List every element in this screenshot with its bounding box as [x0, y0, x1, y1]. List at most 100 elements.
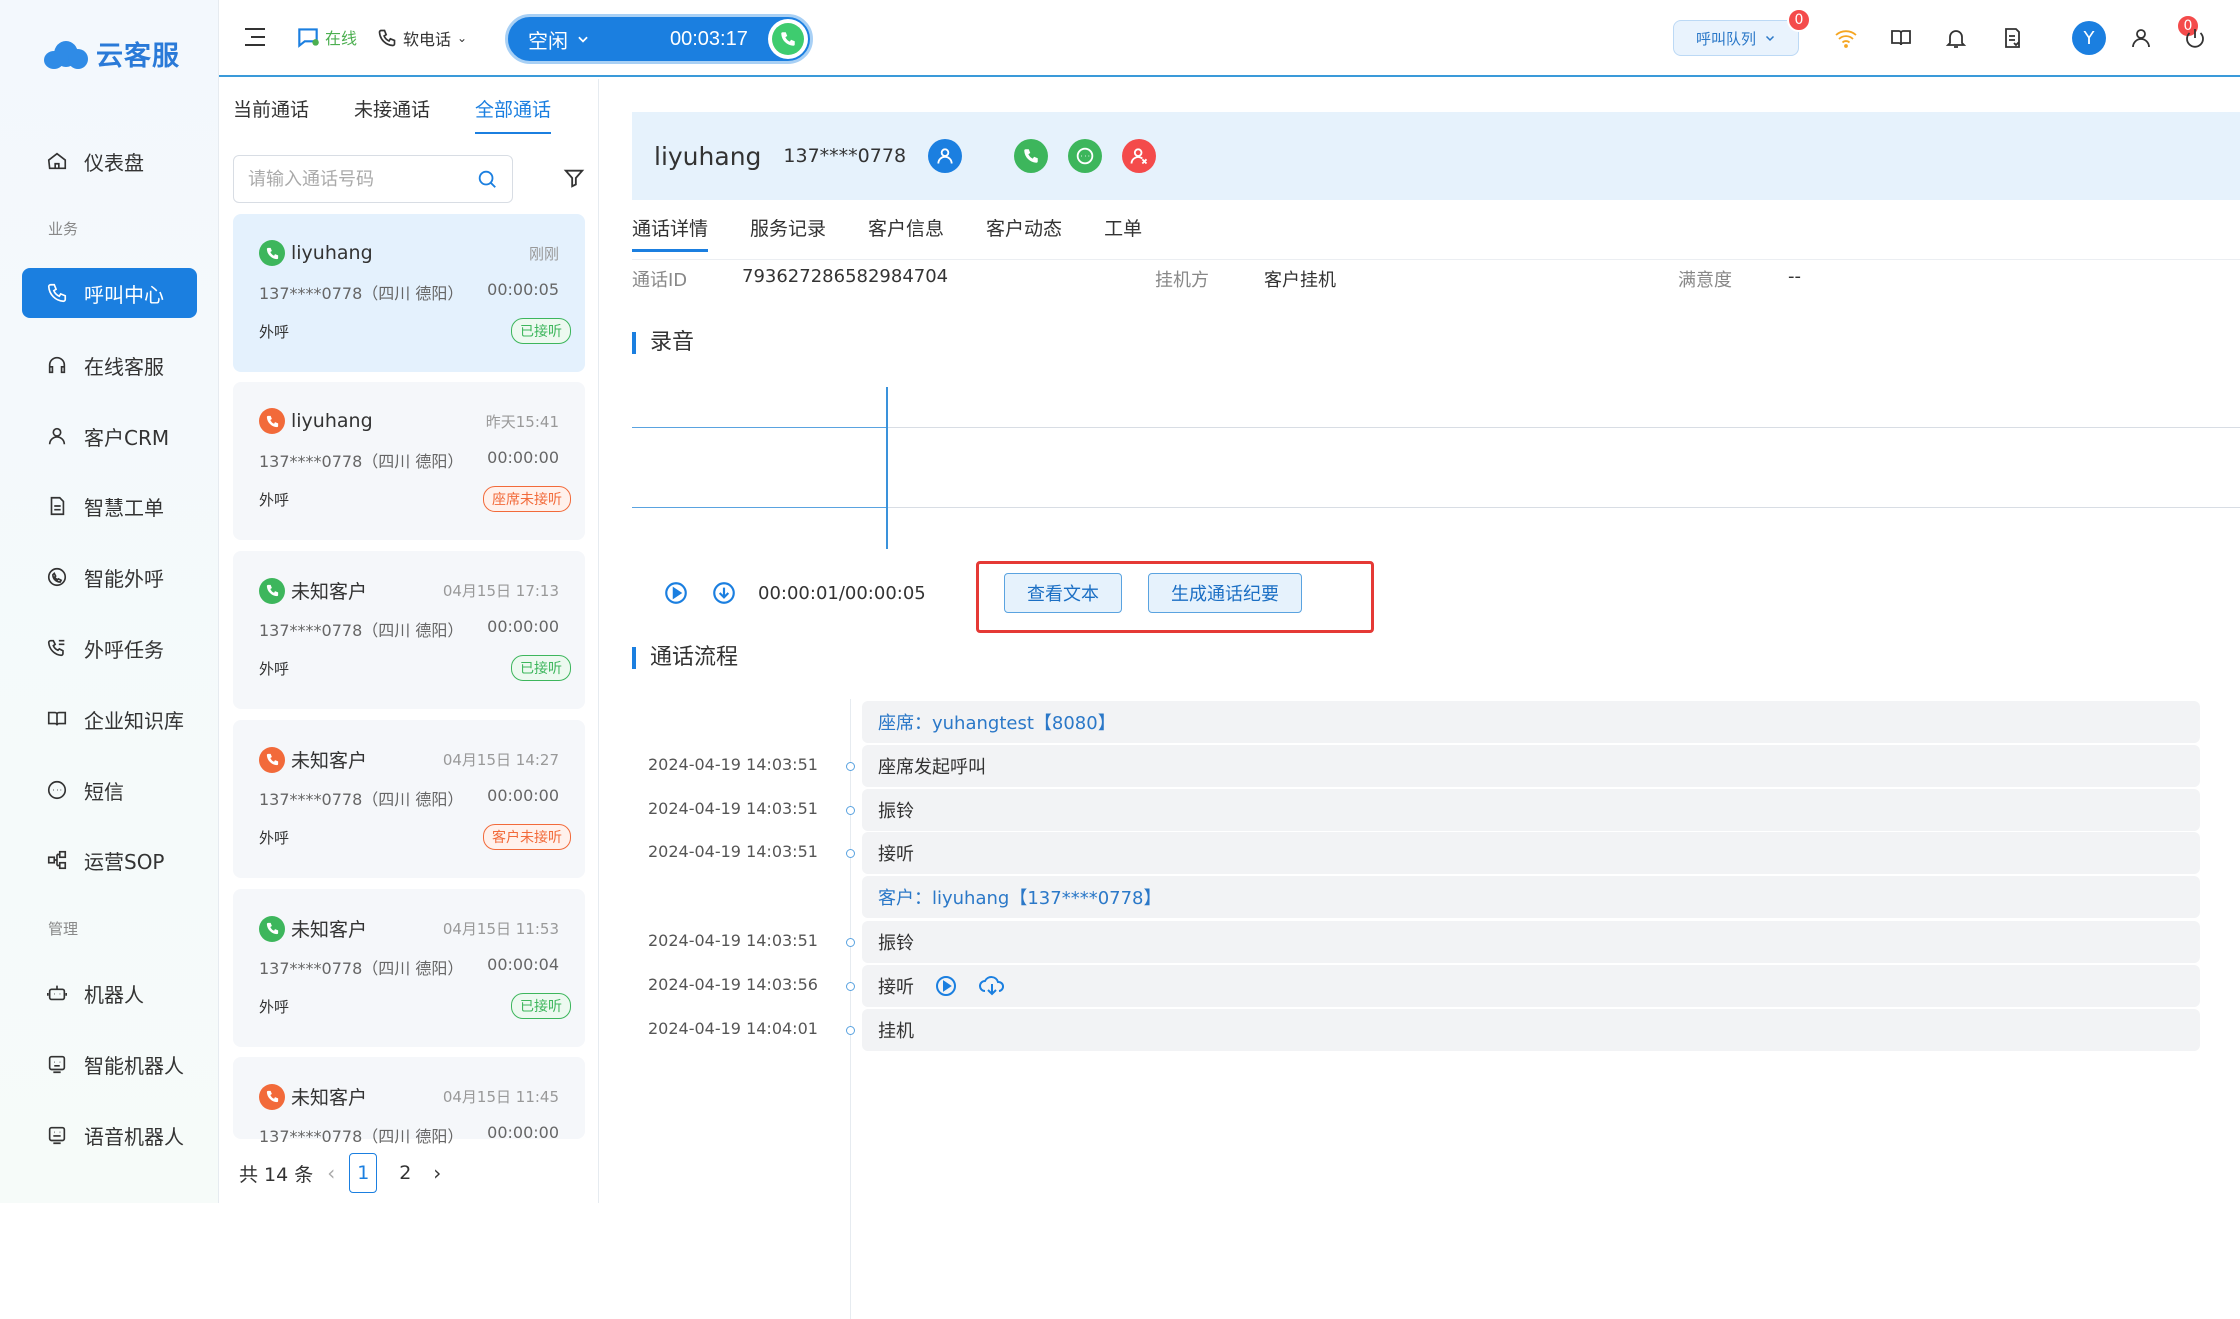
power-icon[interactable] [2181, 24, 2209, 52]
audio-waveform[interactable] [632, 387, 2240, 549]
tab-call-detail[interactable]: 通话详情 [632, 214, 708, 252]
avatar[interactable]: Y [2072, 21, 2106, 55]
chevron-right-icon[interactable]: › [433, 1161, 441, 1185]
queue-badge: 0 [1787, 8, 1811, 32]
flow-event-text: 客户：liyuhang【137****0778】 [878, 884, 1162, 910]
tab-service-record[interactable]: 服务记录 [750, 214, 826, 252]
play-icon[interactable] [662, 579, 690, 607]
flow-event-text: 接听 [878, 973, 914, 999]
sidebar-item-outbound-task[interactable]: 外呼任务 [22, 623, 197, 673]
playback-controls: 00:00:01/00:00:05 [662, 579, 926, 607]
call-customer-icon[interactable] [1014, 139, 1048, 173]
sms-icon [46, 779, 68, 801]
flow-event: 振铃 [862, 921, 2200, 963]
tab-customer-activity[interactable]: 客户动态 [986, 214, 1062, 252]
tab-current-calls[interactable]: 当前通话 [233, 95, 309, 134]
satisfaction-value: -- [1788, 266, 1801, 287]
answer-call-button[interactable] [768, 19, 808, 59]
call-duration: 00:00:04 [487, 955, 559, 979]
flow-event-time: 2024-04-19 14:03:51 [648, 842, 818, 861]
call-duration: 00:00:00 [487, 448, 559, 472]
search-icon[interactable] [476, 168, 498, 190]
call-detail-panel: liyuhang 137****0778 通话详情 服务记录 客户信息 客户动态… [600, 79, 2240, 1203]
sidebar-item-crm[interactable]: 客户CRM [22, 411, 197, 461]
call-state-bar: 空闲 00:03:17 [505, 14, 813, 64]
call-card[interactable]: 未知客户 04月15日 17:13 137****0778（四川 德阳） 00:… [233, 551, 585, 709]
call-direction: 外呼 [259, 489, 289, 510]
call-duration: 00:00:05 [487, 280, 559, 304]
call-status-icon [259, 578, 285, 604]
sidebar-item-label: 外呼任务 [84, 634, 164, 663]
flow-icon [46, 849, 68, 871]
status-badge: 已接听 [511, 993, 571, 1019]
menu-toggle-icon[interactable] [245, 28, 267, 48]
call-queue-dropdown[interactable]: 呼叫队列 [1673, 20, 1799, 56]
voice-robot-icon [46, 1124, 68, 1146]
sidebar-item-smart-outbound[interactable]: 智能外呼 [22, 552, 197, 602]
timeline-dot [846, 762, 855, 771]
sidebar-item-knowledge-base[interactable]: 企业知识库 [22, 694, 197, 744]
flow-event-text: 座席发起呼叫 [878, 753, 986, 779]
chevron-left-icon[interactable]: ‹ [327, 1161, 335, 1185]
sidebar-item-label: 呼叫中心 [84, 279, 164, 308]
wifi-icon[interactable] [1832, 24, 1860, 52]
tab-customer-info[interactable]: 客户信息 [868, 214, 944, 252]
clipboard-icon[interactable] [1998, 24, 2026, 52]
sms-customer-icon[interactable] [1068, 139, 1102, 173]
call-card[interactable]: liyuhang 刚刚 137****0778（四川 德阳） 00:00:05 … [233, 214, 585, 372]
smart-robot-icon [46, 1053, 68, 1075]
call-card[interactable]: 未知客户 04月15日 11:53 137****0778（四川 德阳） 00:… [233, 889, 585, 1047]
sidebar-item-online-service[interactable]: 在线客服 [22, 340, 197, 390]
sidebar-item-label: 仪表盘 [84, 147, 144, 176]
pagination-total: 共 14 条 [239, 1160, 313, 1187]
user-icon[interactable] [2127, 24, 2155, 52]
cloud-download-icon[interactable] [978, 974, 1006, 998]
tab-missed-calls[interactable]: 未接通话 [354, 95, 430, 134]
sidebar-item-voice-robot[interactable]: 语音机器人 [22, 1110, 197, 1160]
sidebar-item-work-order[interactable]: 智慧工单 [22, 481, 197, 531]
book-icon[interactable] [1887, 24, 1915, 52]
customer-profile-icon[interactable] [928, 139, 962, 173]
caller-phone: 137****0778（四川 德阳） [259, 786, 463, 810]
headset-icon [46, 354, 68, 376]
call-card[interactable]: liyuhang 昨天15:41 137****0778（四川 德阳） 00:0… [233, 382, 585, 540]
sidebar-item-sms[interactable]: 短信 [22, 765, 197, 815]
play-icon[interactable] [934, 974, 958, 998]
call-state-dropdown[interactable]: 空闲 [528, 25, 590, 54]
agent-status[interactable]: 在线 [295, 24, 357, 50]
tab-all-calls[interactable]: 全部通话 [475, 95, 551, 134]
status-badge: 座席未接听 [483, 486, 571, 512]
whatsapp-phone-icon [46, 566, 68, 588]
bell-icon[interactable] [1942, 24, 1970, 52]
sidebar-item-robot[interactable]: 机器人 [22, 968, 197, 1018]
satisfaction-label: 满意度 [1678, 266, 1732, 292]
flow-event-time: 2024-04-19 14:04:01 [648, 1019, 818, 1038]
blacklist-customer-icon[interactable] [1122, 139, 1156, 173]
call-card[interactable]: 未知客户 04月15日 11:45 137****0778（四川 德阳） 00:… [233, 1057, 585, 1139]
call-time: 04月15日 17:13 [443, 580, 559, 601]
call-status-icon [259, 240, 285, 266]
sidebar-item-call-center[interactable]: 呼叫中心 [22, 268, 197, 318]
generate-summary-button[interactable]: 生成通话纪要 [1148, 573, 1302, 613]
playback-time: 00:00:01/00:00:05 [758, 583, 926, 604]
soft-phone-label: 软电话 [403, 26, 451, 50]
caller-phone: 137****0778（四川 德阳） [259, 1123, 463, 1147]
timeline-dot [846, 806, 855, 815]
call-card[interactable]: 未知客户 04月15日 14:27 137****0778（四川 德阳） 00:… [233, 720, 585, 878]
sidebar-item-dashboard[interactable]: 仪表盘 [22, 136, 197, 186]
soft-phone-dropdown[interactable]: 软电话 ⌄ [377, 26, 467, 50]
search-input[interactable] [248, 169, 476, 190]
recording-title: 录音 [632, 332, 694, 354]
download-icon[interactable] [710, 579, 738, 607]
page-1-button[interactable]: 1 [349, 1153, 377, 1193]
playback-cursor[interactable] [886, 387, 888, 549]
tab-work-order[interactable]: 工单 [1104, 214, 1142, 252]
view-text-button[interactable]: 查看文本 [1004, 573, 1122, 613]
sidebar-item-smart-robot[interactable]: 智能机器人 [22, 1039, 197, 1089]
page-2-button[interactable]: 2 [391, 1153, 419, 1193]
filter-icon[interactable] [563, 167, 585, 189]
brand-logo[interactable]: 云客服 [40, 34, 180, 73]
sidebar-item-sop[interactable]: 运营SOP [22, 835, 197, 885]
call-duration: 00:00:00 [487, 1123, 559, 1147]
status-badge: 已接听 [511, 318, 571, 344]
